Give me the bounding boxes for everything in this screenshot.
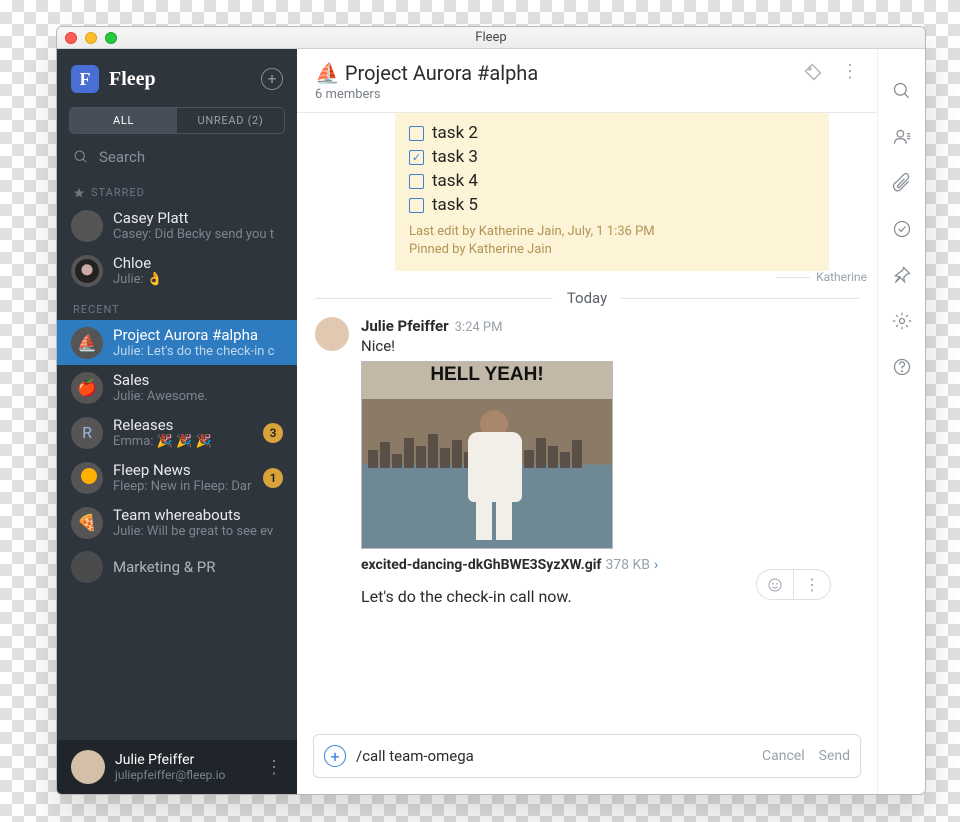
message-input[interactable] xyxy=(356,747,724,765)
star-icon xyxy=(73,187,85,199)
attachments-icon[interactable] xyxy=(892,173,912,193)
titlebar: Fleep xyxy=(57,27,925,49)
avatar xyxy=(71,210,103,242)
task-item[interactable]: task 4 xyxy=(409,169,815,193)
conversation-marketing-pr[interactable]: Marketing & PR xyxy=(57,545,297,589)
pinned-meta: Last edit by Katherine Jain, July, 1 1:3… xyxy=(409,223,815,259)
right-rail xyxy=(877,49,925,794)
help-icon[interactable] xyxy=(892,357,912,377)
attachment-image[interactable]: HELL YEAH! xyxy=(361,361,613,549)
conversation-sales[interactable]: 🍎 Sales Julie: Awesome. xyxy=(57,365,297,410)
current-user-name: Julie Pfeiffer xyxy=(115,752,225,768)
app-brand: Fleep xyxy=(109,68,156,91)
conversation-fleep-news[interactable]: Fleep News Fleep: New in Fleep: Dar 1 xyxy=(57,455,297,500)
sidebar-filter-tabs: ALL UNREAD (2) xyxy=(69,107,285,134)
checkbox-checked-icon[interactable]: ✓ xyxy=(409,150,424,165)
avatar xyxy=(71,551,103,583)
cancel-button[interactable]: Cancel xyxy=(762,748,805,764)
conversation-team-whereabouts[interactable]: 🍕 Team whereabouts Julie: Will be great … xyxy=(57,500,297,545)
tab-all[interactable]: ALL xyxy=(70,108,177,133)
task-item[interactable]: ✓task 3 xyxy=(409,145,815,169)
chat-menu-button[interactable]: ⋮ xyxy=(841,61,859,82)
current-user-email: juliepfeiffer@fleep.io xyxy=(115,768,225,782)
sidebar-footer: Julie Pfeiffer juliepfeiffer@fleep.io ⋮ xyxy=(57,740,297,794)
avatar: ⛵ xyxy=(71,327,103,359)
avatar: R xyxy=(71,417,103,449)
tab-unread[interactable]: UNREAD (2) xyxy=(177,108,284,133)
app-window: Fleep F Fleep + ALL UNREAD (2) Search ST… xyxy=(56,26,926,795)
checkbox-icon[interactable] xyxy=(409,198,424,213)
chat-title: ⛵ Project Aurora #alpha xyxy=(315,61,538,85)
avatar xyxy=(71,462,103,494)
checkbox-icon[interactable] xyxy=(409,126,424,141)
pin-icon[interactable] xyxy=(892,265,912,285)
window-title: Fleep xyxy=(57,30,925,45)
seen-indicator: Katherine xyxy=(776,270,867,284)
react-button[interactable] xyxy=(757,570,793,599)
pinned-note: task 2 ✓task 3 task 4 task 5 Last edit b… xyxy=(395,113,829,271)
section-recent: RECENT xyxy=(57,293,297,320)
message-header: Julie Pfeiffer3:24 PM xyxy=(361,317,859,335)
task-item[interactable]: task 2 xyxy=(409,121,815,145)
user-menu-button[interactable]: ⋮ xyxy=(265,757,283,778)
conversation-casey-platt[interactable]: Casey Platt Casey: Did Becky send you t xyxy=(57,203,297,248)
message: Julie Pfeiffer3:24 PM Nice! HELL YEAH! xyxy=(315,317,859,606)
members-icon[interactable] xyxy=(892,127,912,147)
composer: + Cancel Send xyxy=(313,734,861,778)
avatar xyxy=(71,255,103,287)
sidebar: F Fleep + ALL UNREAD (2) Search STARRED … xyxy=(57,49,297,794)
conversation-project-aurora[interactable]: ⛵ Project Aurora #alpha Julie: Let's do … xyxy=(57,320,297,365)
search-input[interactable]: Search xyxy=(57,138,297,176)
checkbox-icon[interactable] xyxy=(409,174,424,189)
current-user-avatar[interactable] xyxy=(71,750,105,784)
unread-badge: 1 xyxy=(263,468,283,488)
label-icon[interactable] xyxy=(803,62,823,82)
conversation-chloe[interactable]: Chloe Julie: 👌 xyxy=(57,248,297,293)
message-avatar[interactable] xyxy=(315,317,349,351)
attach-button[interactable]: + xyxy=(324,745,346,767)
date-divider: Today xyxy=(315,289,859,307)
message-menu-button[interactable]: ⋮ xyxy=(793,570,830,599)
unread-badge: 3 xyxy=(263,423,283,443)
gif-caption: HELL YEAH! xyxy=(362,364,612,386)
search-icon xyxy=(73,149,89,165)
section-starred: STARRED xyxy=(57,176,297,203)
chat-pane: ⛵ Project Aurora #alpha 6 members ⋮ task… xyxy=(297,49,877,794)
settings-icon[interactable] xyxy=(892,311,912,331)
task-item[interactable]: task 5 xyxy=(409,193,815,217)
chevron-right-icon: › xyxy=(654,557,658,573)
avatar: 🍎 xyxy=(71,372,103,404)
send-button[interactable]: Send xyxy=(819,748,850,764)
app-logo: F xyxy=(71,65,99,93)
tasks-icon[interactable] xyxy=(892,219,912,239)
new-conversation-button[interactable]: + xyxy=(261,68,283,90)
message-text: Nice! xyxy=(361,337,859,355)
avatar: 🍕 xyxy=(71,507,103,539)
message-actions: ⋮ xyxy=(756,569,831,600)
search-icon[interactable] xyxy=(892,81,912,101)
chat-header: ⛵ Project Aurora #alpha 6 members ⋮ xyxy=(297,49,877,113)
conversation-releases[interactable]: R Releases Emma: 🎉 🎉 🎉 3 xyxy=(57,410,297,455)
chat-subtitle[interactable]: 6 members xyxy=(315,87,538,102)
chat-body: task 2 ✓task 3 task 4 task 5 Last edit b… xyxy=(297,113,877,722)
